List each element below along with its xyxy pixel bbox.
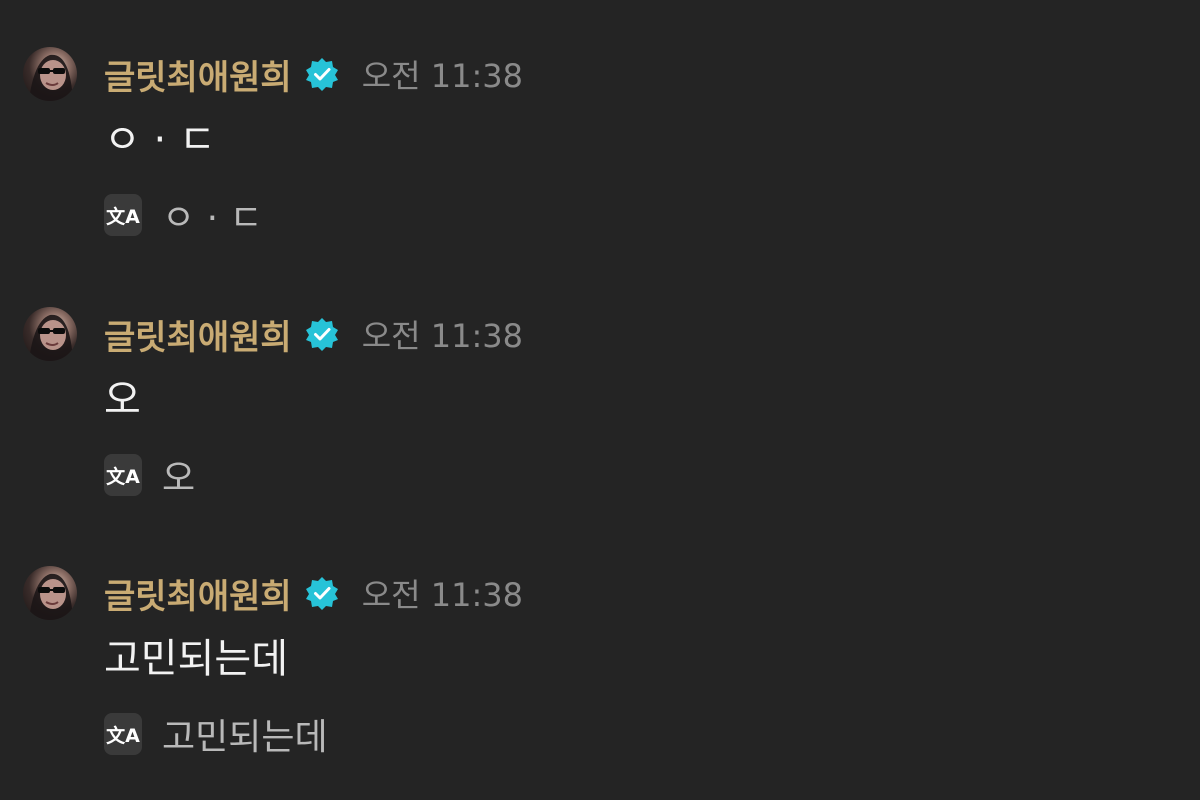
chat-feed: 글릿최애원희 오전 11:38 ㅇ · ㄷ 文A ㅇ · ㄷ 글릿최애원희 오전… (0, 0, 1200, 800)
verified-badge-icon (304, 575, 340, 611)
translation-text: 오 (162, 458, 196, 499)
chat-message: 글릿최애원희 오전 11:38 ㅇ · ㄷ 文A ㅇ · ㄷ (0, 47, 1200, 287)
message-header: 글릿최애원희 오전 11:38 (104, 47, 523, 101)
username[interactable]: 글릿최애원희 (104, 569, 292, 618)
message-header: 글릿최애원희 오전 11:38 (104, 307, 523, 361)
avatar[interactable] (23, 566, 77, 620)
timestamp: 오전 11:38 (361, 317, 523, 355)
message-text: ㅇ · ㄷ (104, 117, 216, 163)
translation-text: ㅇ · ㄷ (162, 198, 263, 239)
timestamp: 오전 11:38 (361, 576, 523, 614)
message-header: 글릿최애원희 오전 11:38 (104, 566, 523, 620)
chat-message: 글릿최애원희 오전 11:38 고민되는데 文A 고민되는데 (0, 566, 1200, 800)
avatar[interactable] (23, 307, 77, 361)
timestamp: 오전 11:38 (361, 57, 523, 95)
chat-message: 글릿최애원희 오전 11:38 오 文A 오 (0, 307, 1200, 547)
verified-badge-icon (304, 316, 340, 352)
username[interactable]: 글릿최애원희 (104, 310, 292, 359)
translation-row: 文A 고민되는데 (104, 712, 328, 758)
translate-icon[interactable]: 文A (104, 713, 142, 755)
avatar[interactable] (23, 47, 77, 101)
message-text: 오 (104, 377, 141, 423)
translate-icon[interactable]: 文A (104, 194, 142, 236)
username[interactable]: 글릿최애원희 (104, 50, 292, 99)
message-text: 고민되는데 (104, 636, 288, 682)
translate-icon[interactable]: 文A (104, 454, 142, 496)
translation-row: 文A 오 (104, 453, 195, 499)
translation-text: 고민되는데 (162, 717, 328, 758)
verified-badge-icon (304, 56, 340, 92)
translation-row: 文A ㅇ · ㄷ (104, 193, 263, 239)
